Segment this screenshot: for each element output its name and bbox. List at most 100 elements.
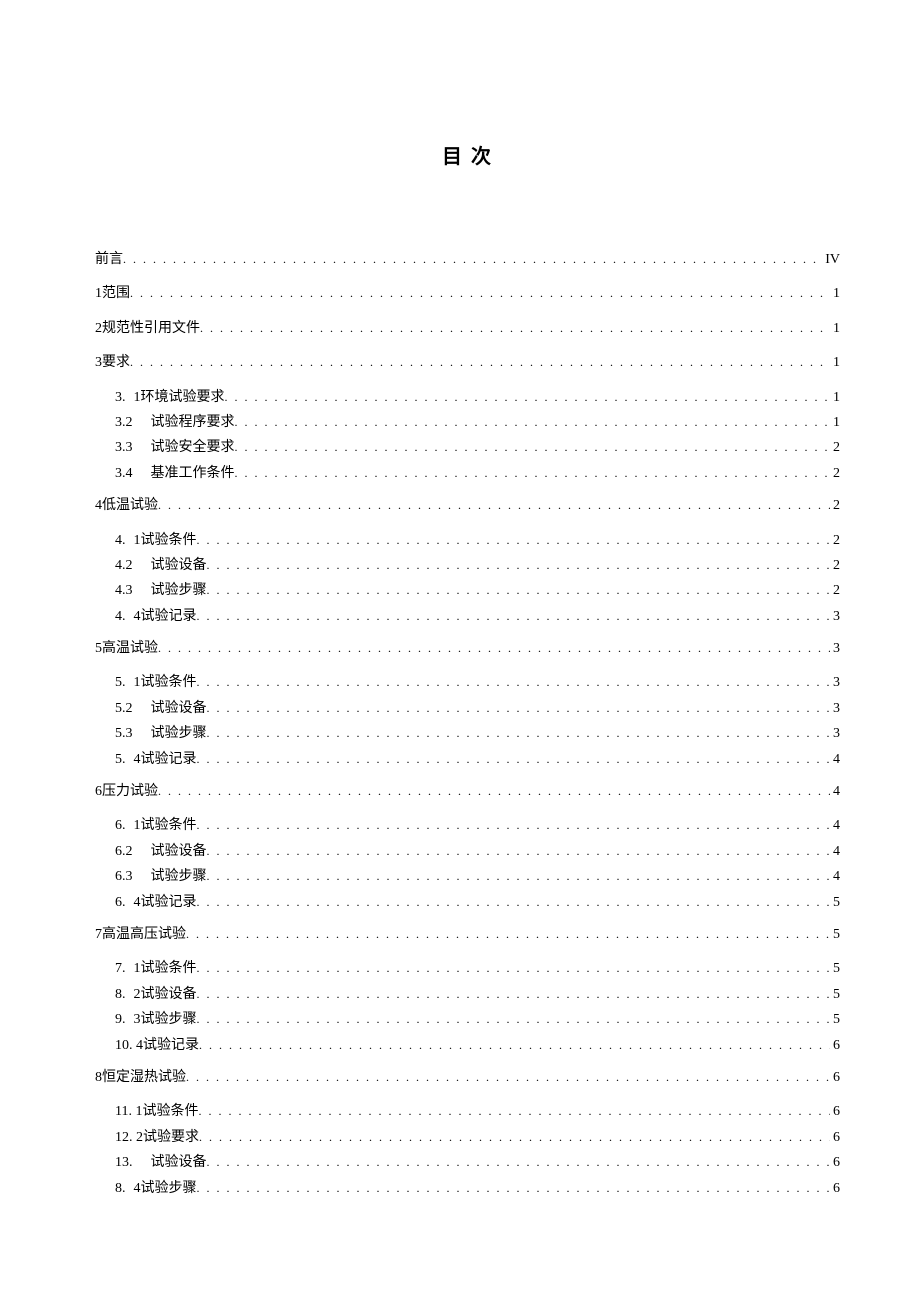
toc-entry-page: 1	[830, 412, 840, 434]
toc-entry-label: 试验步骤	[151, 723, 207, 745]
toc-entry-level2: 3.4基准工作条件2	[95, 463, 840, 485]
toc-entry-level2: 3.1 环境试验要求1	[95, 387, 840, 409]
toc-entry-number: 1	[95, 283, 102, 305]
toc-entry-page: 2	[830, 530, 840, 552]
toc-leader-dots	[197, 892, 831, 914]
toc-entry-number: 3.2	[115, 412, 151, 434]
toc-entry-number: 4.2	[115, 555, 151, 577]
toc-entry-label: 试验步骤	[141, 1009, 197, 1031]
toc-subgroup: 7.1 试验条件58.2 试验设备59.3 试验步骤510. 4 试验记录6	[95, 958, 840, 1057]
toc-entry-level2: 11. 1 试验条件6	[95, 1101, 840, 1123]
toc-leader-dots	[130, 352, 830, 374]
toc-entry-page: 2	[830, 463, 840, 485]
toc-subgroup: 4.1 试验条件24.2试验设备24.3试验步骤24.4 试验记录3	[95, 530, 840, 629]
toc-entry-label: 恒定湿热试验	[102, 1067, 186, 1089]
toc-title: 目 次	[95, 140, 840, 169]
toc-entry-label: 基准工作条件	[151, 463, 235, 485]
toc-entry-page: 6	[830, 1101, 840, 1123]
toc-entry-level2: 4.4 试验记录3	[95, 606, 840, 628]
toc-leader-dots	[197, 606, 831, 628]
toc-leader-dots	[197, 749, 831, 771]
toc-entry-label: 试验步骤	[151, 866, 207, 888]
toc-entry-label: 前言	[95, 249, 123, 271]
toc-entry-level2: 9.3 试验步骤5	[95, 1009, 840, 1031]
toc-entry-level1: 6 压力试验4	[95, 781, 840, 803]
toc-entry-label: 试验记录	[141, 606, 197, 628]
toc-leader-dots	[199, 1127, 830, 1149]
toc-leader-dots	[123, 249, 822, 271]
toc-entry-level2: 10. 4 试验记录6	[95, 1035, 840, 1057]
toc-entry-page: 4	[830, 781, 840, 803]
toc-entry-number: 3	[95, 352, 102, 374]
toc-entry-label: 试验条件	[141, 530, 197, 552]
toc-entry-label: 高温试验	[102, 638, 158, 660]
toc-leader-dots	[235, 412, 831, 434]
toc-entry-page: 3	[830, 698, 840, 720]
toc-leader-dots	[225, 387, 831, 409]
toc-entry-label: 试验程序要求	[151, 412, 235, 434]
toc-entry-page: 4	[830, 815, 840, 837]
toc-entry-label: 试验记录	[141, 749, 197, 771]
toc-entry-label: 压力试验	[102, 781, 158, 803]
toc-entry-label: 试验条件	[141, 815, 197, 837]
toc-leader-dots	[207, 841, 831, 863]
toc-leader-dots	[197, 958, 831, 980]
toc-entry-number: 4.4	[115, 606, 141, 628]
toc-leader-dots	[197, 672, 831, 694]
toc-entry-page: 2	[830, 437, 840, 459]
toc-entry-number: 5.1	[115, 672, 141, 694]
toc-entry-level1: 4 低温试验2	[95, 495, 840, 517]
toc-entry-level2: 5.2试验设备3	[95, 698, 840, 720]
toc-entry-number: 3.1	[115, 387, 141, 409]
toc-entry-number: 12. 2	[115, 1127, 143, 1149]
toc-entry-label: 范围	[102, 283, 130, 305]
toc-entry-number: 7.1	[115, 958, 141, 980]
toc-entry-label: 试验设备	[151, 1152, 207, 1174]
toc-entry-level1: 7 高温高压试验5	[95, 924, 840, 946]
toc-entry-number: 8.4	[115, 1178, 141, 1200]
toc-entry-number: 5.4	[115, 749, 141, 771]
toc-entry-page: 4	[830, 866, 840, 888]
toc-entry-level2: 8.4 试验步骤6	[95, 1178, 840, 1200]
toc-entry-level2: 4.2试验设备2	[95, 555, 840, 577]
toc-leader-dots	[235, 437, 831, 459]
toc-entry-page: 5	[830, 1009, 840, 1031]
toc-entry-level2: 3.2试验程序要求 1	[95, 412, 840, 434]
toc-entry-page: 5	[830, 984, 840, 1006]
toc-entry-page: 2	[830, 495, 840, 517]
toc-leader-dots	[199, 1035, 830, 1057]
toc-entry-number: 6.3	[115, 866, 151, 888]
toc-entry-page: 6	[830, 1035, 840, 1057]
toc-entry-level2: 6.4 试验记录5	[95, 892, 840, 914]
toc-entry-page: 1	[830, 318, 840, 340]
toc-entry-label: 试验步骤	[141, 1178, 197, 1200]
toc-leader-dots	[158, 638, 830, 660]
toc-leader-dots	[130, 283, 830, 305]
toc-subgroup: 11. 1 试验条件612. 2 试验要求613.试验设备68.4 试验步骤6	[95, 1101, 840, 1200]
toc-entry-page: 5	[830, 924, 840, 946]
toc-entry-level1: 3 要求1	[95, 352, 840, 374]
toc-entry-page: 6	[830, 1152, 840, 1174]
toc-entry-level2: 8.2 试验设备5	[95, 984, 840, 1006]
toc-leader-dots	[198, 1101, 830, 1123]
toc-leader-dots	[197, 1178, 831, 1200]
toc-entry-label: 规范性引用文件	[102, 318, 200, 340]
toc-entry-number: 13.	[115, 1152, 151, 1174]
toc-entry-label: 环境试验要求	[141, 387, 225, 409]
toc-entry-label: 试验设备	[151, 555, 207, 577]
toc-entry-page: 3	[830, 723, 840, 745]
toc-entry-number: 4	[95, 495, 102, 517]
table-of-contents: 前言IV1 范围12 规范性引用文件13 要求13.1 环境试验要求13.2试验…	[95, 249, 840, 1200]
toc-entry-level2: 6.2试验设备4	[95, 841, 840, 863]
toc-entry-page: 4	[830, 841, 840, 863]
toc-entry-number: 3.3	[115, 437, 151, 459]
toc-entry-number: 5	[95, 638, 102, 660]
toc-entry-page: 5	[830, 958, 840, 980]
toc-entry-page: 2	[830, 580, 840, 602]
toc-entry-level2: 6.1 试验条件4	[95, 815, 840, 837]
toc-leader-dots	[197, 815, 831, 837]
toc-entry-label: 要求	[102, 352, 130, 374]
toc-entry-page: 6	[830, 1127, 840, 1149]
toc-entry-level1: 8 恒定湿热试验6	[95, 1067, 840, 1089]
toc-leader-dots	[207, 698, 831, 720]
